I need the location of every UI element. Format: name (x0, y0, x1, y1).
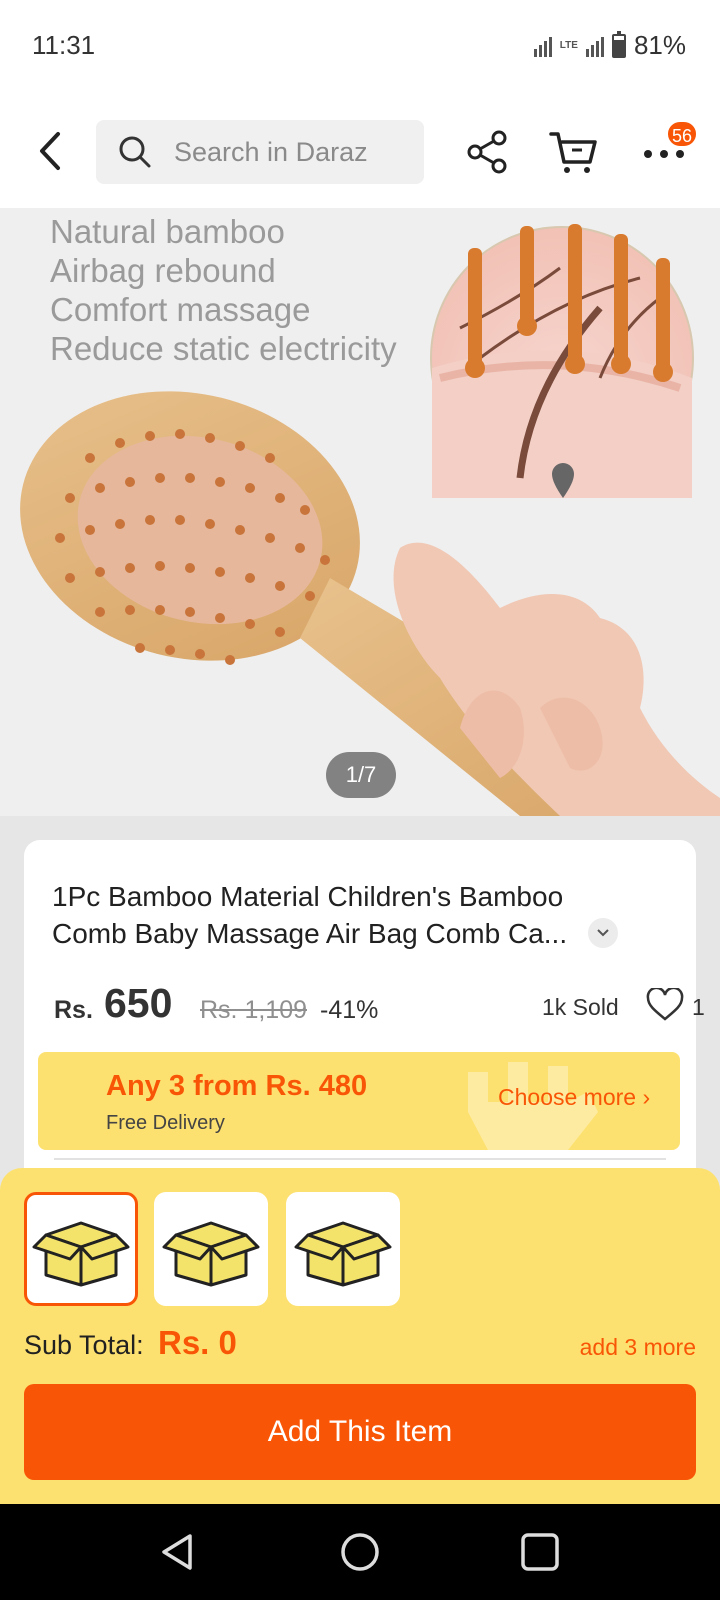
share-icon (467, 130, 507, 174)
heart-icon (646, 988, 684, 1021)
wishlist-count: 1 (692, 994, 705, 1020)
feature-item: Comfort massage (50, 291, 311, 328)
signal-icon-2 (585, 35, 604, 57)
box-icon (294, 1221, 392, 1287)
nav-home-button[interactable] (338, 1530, 382, 1574)
expand-title-button[interactable] (588, 918, 618, 948)
price-row: Rs. 650 Rs. 1,109 -41% 1k Sold 1 (54, 978, 705, 1032)
product-title: 1Pc Bamboo Material Children's Bamboo Co… (52, 881, 568, 949)
box-icon (162, 1221, 260, 1287)
feature-item: Natural bamboo (50, 213, 285, 250)
add-this-item-button[interactable]: Add This Item (24, 1384, 696, 1480)
image-counter: 1/7 (326, 752, 396, 798)
promo-subtitle: Free Delivery (106, 1112, 225, 1134)
wishlist-button[interactable]: 1 (646, 986, 710, 1026)
search-placeholder: Search in Daraz (174, 136, 368, 167)
network-type: LTE (559, 40, 578, 51)
circle-home-icon (341, 1533, 379, 1571)
nav-back-button[interactable] (156, 1530, 200, 1574)
status-bar: 11:31 LTE 81% (0, 0, 720, 96)
triangle-back-icon (162, 1534, 192, 1570)
cart-button[interactable] (548, 128, 600, 176)
search-input[interactable]: Search in Daraz (96, 120, 424, 184)
bundle-sheet: Sub Total: Rs. 0 add 3 more Add This Ite… (0, 1168, 720, 1504)
product-image-gallery[interactable]: Natural bamboo Airbag rebound Comfort ma… (0, 208, 720, 816)
battery-level: 81% (633, 30, 686, 60)
choose-more-label: Choose more (498, 1084, 637, 1110)
bundle-slot-2[interactable] (154, 1192, 268, 1306)
discount-percent: -41% (320, 996, 379, 1024)
add-more-hint: add 3 more (579, 1334, 696, 1360)
bundle-slot-1[interactable] (24, 1192, 138, 1306)
feature-item: Reduce static electricity (50, 330, 397, 367)
subtotal-amount: Rs. 0 (158, 1324, 237, 1361)
back-icon (40, 132, 60, 170)
promo-title: Any 3 from Rs. 480 (106, 1070, 368, 1102)
original-price: Rs. 1,109 (200, 996, 308, 1024)
status-time: 11:31 (32, 30, 96, 60)
feature-item: Airbag rebound (50, 252, 276, 289)
status-indicators: LTE 81% (533, 30, 686, 61)
feature-list: Natural bamboo Airbag rebound Comfort ma… (50, 212, 397, 368)
system-nav-bar (0, 1504, 720, 1600)
battery-icon (611, 30, 626, 58)
more-button[interactable]: 56 (640, 120, 699, 174)
top-nav: Search in Daraz 56 (0, 96, 720, 208)
cart-badge: 56 (666, 120, 699, 148)
sold-count: 1k Sold (542, 994, 619, 1020)
chevron-right-icon: › (642, 1084, 651, 1110)
more-icon (644, 150, 684, 158)
product-info-card: 1Pc Bamboo Material Children's Bamboo Co… (24, 840, 705, 1170)
bundle-promo-banner[interactable]: Any 3 from Rs. 480 Free Delivery Choose … (38, 1052, 680, 1150)
back-button[interactable] (30, 126, 70, 176)
price-currency: Rs. (54, 996, 93, 1024)
cart-icon (549, 132, 597, 173)
nav-recents-button[interactable] (518, 1530, 562, 1574)
chevron-down-icon (597, 929, 609, 937)
subtotal-label: Sub Total: (24, 1330, 144, 1360)
price: 650 (104, 980, 173, 1026)
choose-more-link[interactable]: Choose more › (498, 1084, 650, 1111)
search-icon (119, 136, 151, 168)
square-recents-icon (521, 1533, 559, 1571)
share-button[interactable] (466, 128, 510, 176)
bundle-slot-3[interactable] (286, 1192, 400, 1306)
signal-icon (533, 35, 552, 57)
divider (54, 1158, 666, 1160)
box-icon (32, 1221, 130, 1287)
